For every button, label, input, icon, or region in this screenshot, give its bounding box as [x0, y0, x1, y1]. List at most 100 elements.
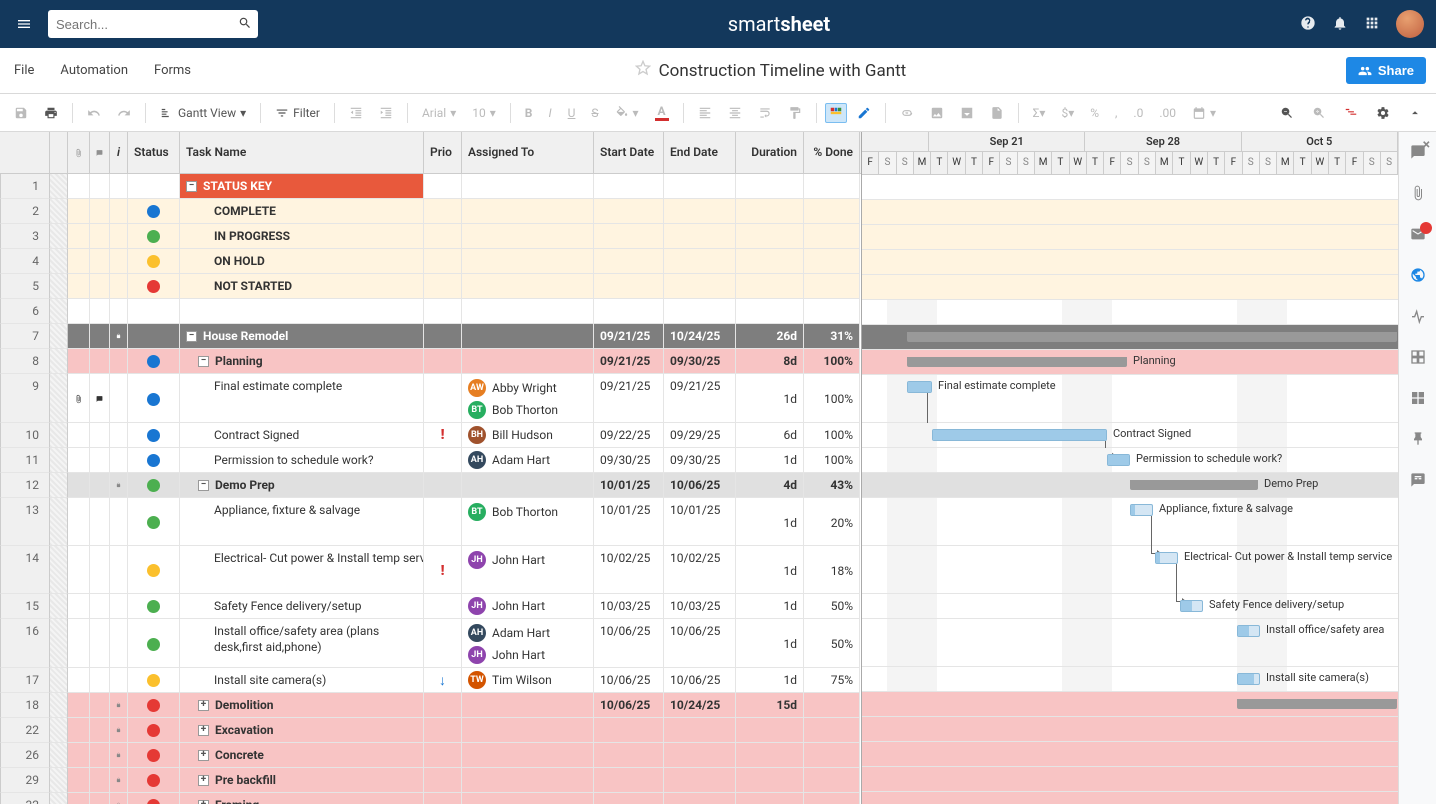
cell-task[interactable]: Install site camera(s)	[180, 668, 424, 693]
cell-assigned[interactable]	[462, 743, 594, 768]
grid-row[interactable]: 17Install site camera(s)↓TWTim Wilson10/…	[0, 668, 861, 693]
cell-assigned[interactable]	[462, 174, 594, 199]
cell-done[interactable]: 75%	[804, 668, 860, 693]
cell-comment[interactable]	[90, 743, 110, 768]
grid-row[interactable]: 12−Demo Prep10/01/2510/06/254d43%	[0, 473, 861, 498]
font-size[interactable]: 10 ▾	[466, 102, 502, 124]
cell-start[interactable]: 09/21/25	[594, 374, 664, 423]
rail-publish-icon[interactable]	[1410, 267, 1426, 286]
cell-duration[interactable]: 15d	[736, 693, 804, 718]
cell-comment[interactable]	[90, 299, 110, 324]
cell-task[interactable]: Install office/safety area (plans desk,f…	[180, 619, 424, 668]
cell-task[interactable]: −STATUS KEY	[180, 174, 424, 199]
cell-start[interactable]	[594, 274, 664, 299]
cell-task[interactable]: COMPLETE	[180, 199, 424, 224]
cell-status[interactable]	[128, 793, 180, 804]
cell-done[interactable]	[804, 224, 860, 249]
cell-attach[interactable]	[68, 718, 90, 743]
grid-row[interactable]: 13Appliance, fixture & salvageBTBob Thor…	[0, 498, 861, 546]
cell-task[interactable]: +Excavation	[180, 718, 424, 743]
row-number[interactable]: 1	[0, 174, 50, 199]
cell-end[interactable]: 10/24/25	[664, 693, 736, 718]
cell-duration[interactable]	[736, 174, 804, 199]
cell-task[interactable]: Final estimate complete	[180, 374, 424, 423]
cell-start[interactable]: 09/21/25	[594, 324, 664, 349]
date-format-icon[interactable]: ▾	[1186, 102, 1222, 124]
row-number[interactable]: 22	[0, 718, 50, 743]
cell-start[interactable]: 10/02/25	[594, 546, 664, 594]
cell-attach[interactable]	[68, 374, 90, 423]
cell-prio[interactable]	[424, 374, 462, 423]
cell-status[interactable]	[128, 423, 180, 448]
gantt-row[interactable]: Contract Signed	[862, 423, 1398, 448]
cell-assigned[interactable]: AHAdam Hart	[462, 448, 594, 473]
cell-done[interactable]	[804, 718, 860, 743]
image-icon[interactable]	[924, 102, 950, 124]
menu-automation[interactable]: Automation	[56, 59, 132, 82]
share-button[interactable]: Share	[1346, 57, 1426, 84]
dec-dec-icon[interactable]: .00	[1153, 102, 1182, 124]
cell-end[interactable]: 10/03/25	[664, 594, 736, 619]
cell-task[interactable]: IN PROGRESS	[180, 224, 424, 249]
cell-comment[interactable]	[90, 274, 110, 299]
cell-attach[interactable]	[68, 423, 90, 448]
cell-start[interactable]	[594, 224, 664, 249]
cell-duration[interactable]: 4d	[736, 473, 804, 498]
cell-status[interactable]	[128, 174, 180, 199]
grid-row[interactable]: 4ON HOLD	[0, 249, 861, 274]
cell-assigned[interactable]	[462, 224, 594, 249]
cell-start[interactable]: 09/30/25	[594, 448, 664, 473]
cell-task[interactable]: −Demo Prep	[180, 473, 424, 498]
text-color-icon[interactable]: A	[649, 100, 675, 125]
row-number[interactable]: 5	[0, 274, 50, 299]
rail-activity-icon[interactable]	[1410, 308, 1426, 327]
grid-row[interactable]: 26+Concrete	[0, 743, 861, 768]
cell-assigned[interactable]: AWAbby WrightBTBob Thorton	[462, 374, 594, 423]
cell-assigned[interactable]	[462, 768, 594, 793]
italic-icon[interactable]: I	[542, 102, 557, 124]
gantt-row[interactable]: Safety Fence delivery/setup	[862, 594, 1398, 619]
underline-icon[interactable]: U	[562, 102, 582, 124]
gantt-bar[interactable]	[1130, 480, 1258, 490]
cell-start[interactable]: 10/01/25	[594, 498, 664, 546]
row-number[interactable]: 3	[0, 224, 50, 249]
cell-attach[interactable]	[68, 619, 90, 668]
col-assigned[interactable]: Assigned To	[462, 132, 594, 173]
cell-start[interactable]	[594, 199, 664, 224]
cell-attach[interactable]	[68, 594, 90, 619]
col-end[interactable]: End Date	[664, 132, 736, 173]
currency-icon[interactable]: $▾	[1055, 102, 1080, 124]
cell-done[interactable]: 31%	[804, 324, 860, 349]
grid-row[interactable]: 22 +Excavation	[0, 718, 861, 743]
cell-start[interactable]: 10/01/25	[594, 473, 664, 498]
gantt-row[interactable]	[862, 175, 1398, 200]
cell-task[interactable]	[180, 299, 424, 324]
highlight-icon[interactable]	[851, 102, 877, 124]
cell-attach[interactable]	[68, 448, 90, 473]
cell-end[interactable]	[664, 274, 736, 299]
gantt-row[interactable]	[862, 300, 1398, 325]
font-name[interactable]: Arial ▾	[416, 102, 462, 124]
gantt-row[interactable]: Appliance, fixture & salvage	[862, 498, 1398, 546]
cell-prio[interactable]	[424, 448, 462, 473]
rail-proof-icon[interactable]	[1410, 226, 1426, 245]
col-start[interactable]: Start Date	[594, 132, 664, 173]
row-number[interactable]: 17	[0, 668, 50, 693]
sum-icon[interactable]: Σ▾	[1027, 102, 1052, 124]
cell-comment[interactable]	[90, 793, 110, 804]
gantt-bar[interactable]	[907, 381, 932, 393]
collapse-toggle[interactable]: +	[198, 750, 209, 761]
align-left-icon[interactable]	[692, 102, 718, 124]
cell-end[interactable]: 10/02/25	[664, 546, 736, 594]
gantt-row[interactable]	[862, 792, 1398, 804]
gantt-row[interactable]	[862, 250, 1398, 275]
cell-start[interactable]	[594, 718, 664, 743]
cell-end[interactable]	[664, 299, 736, 324]
col-done[interactable]: % Done	[804, 132, 860, 173]
cell-attach[interactable]	[68, 324, 90, 349]
cell-prio[interactable]	[424, 743, 462, 768]
cell-attach[interactable]	[68, 668, 90, 693]
cell-status[interactable]	[128, 619, 180, 668]
cell-end[interactable]	[664, 793, 736, 804]
grid-row[interactable]: 18+Demolition10/06/2510/24/2515d	[0, 693, 861, 718]
